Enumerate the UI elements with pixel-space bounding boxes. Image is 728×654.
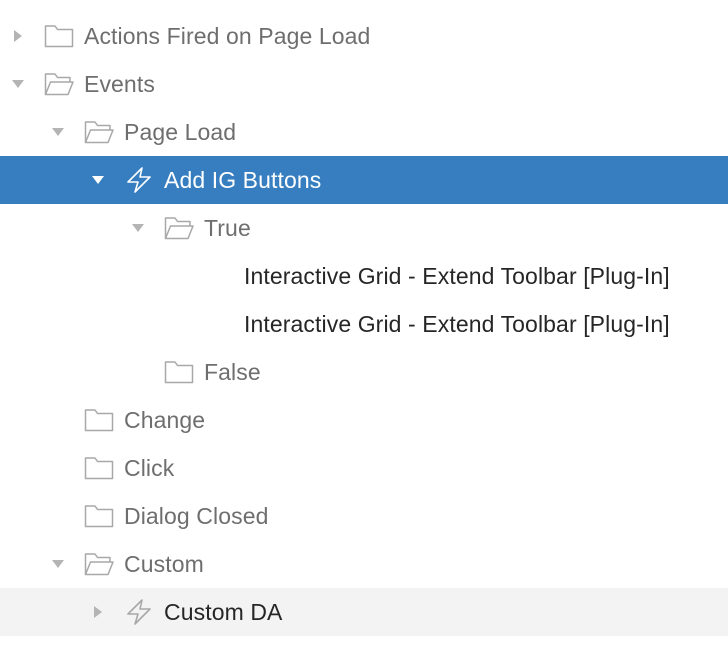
tree-node-label: False (204, 359, 261, 385)
tree-node-label: Interactive Grid - Extend Toolbar [Plug-… (244, 263, 670, 289)
tree-node-label: Add IG Buttons (164, 167, 322, 193)
tree-node-label: Custom DA (164, 599, 283, 625)
tree-view: Actions Fired on Page Load Events Page L… (0, 0, 728, 654)
folder-open-icon (84, 551, 114, 577)
tree-node-label: Page Load (124, 119, 237, 145)
folder-open-icon (164, 215, 194, 241)
tree-node-label: True (204, 215, 251, 241)
tree-node-label: Custom (124, 551, 204, 577)
lightning-icon (124, 599, 154, 625)
expand-toggle-expanded-icon[interactable] (50, 124, 66, 140)
tree-node-custom-da[interactable]: Custom DA (0, 588, 728, 636)
tree-node-actions-fired-on-page-load[interactable]: Actions Fired on Page Load (0, 12, 728, 60)
folder-open-icon (44, 71, 74, 97)
tree-node-false[interactable]: False (0, 348, 728, 396)
expand-toggle-collapsed-icon[interactable] (90, 604, 106, 620)
folder-icon (44, 23, 74, 49)
tree-node-label: Interactive Grid - Extend Toolbar [Plug-… (244, 311, 670, 337)
tree-node-label: Click (124, 455, 175, 481)
tree-node-action-1[interactable]: Interactive Grid - Extend Toolbar [Plug-… (0, 252, 728, 300)
tree-node-label: Dialog Closed (124, 503, 269, 529)
tree-node-label: Events (84, 71, 155, 97)
expand-toggle-expanded-icon[interactable] (130, 220, 146, 236)
tree-node-custom[interactable]: Custom (0, 540, 728, 588)
folder-icon (84, 407, 114, 433)
expand-toggle-expanded-icon[interactable] (90, 172, 106, 188)
tree-node-events[interactable]: Events (0, 60, 728, 108)
tree-node-dialog-closed[interactable]: Dialog Closed (0, 492, 728, 540)
expand-toggle-collapsed-icon[interactable] (10, 28, 26, 44)
tree-node-true[interactable]: True (0, 204, 728, 252)
tree-node-click[interactable]: Click (0, 444, 728, 492)
folder-icon (84, 503, 114, 529)
expand-toggle-expanded-icon[interactable] (10, 76, 26, 92)
folder-open-icon (84, 119, 114, 145)
tree-node-change[interactable]: Change (0, 396, 728, 444)
tree-node-action-2[interactable]: Interactive Grid - Extend Toolbar [Plug-… (0, 300, 728, 348)
tree-node-label: Change (124, 407, 206, 433)
tree-node-page-load[interactable]: Page Load (0, 108, 728, 156)
tree-node-add-ig-buttons[interactable]: Add IG Buttons (0, 156, 728, 204)
folder-icon (164, 359, 194, 385)
tree-node-label: Actions Fired on Page Load (84, 23, 371, 49)
expand-toggle-expanded-icon[interactable] (50, 556, 66, 572)
lightning-icon (124, 167, 154, 193)
folder-icon (84, 455, 114, 481)
